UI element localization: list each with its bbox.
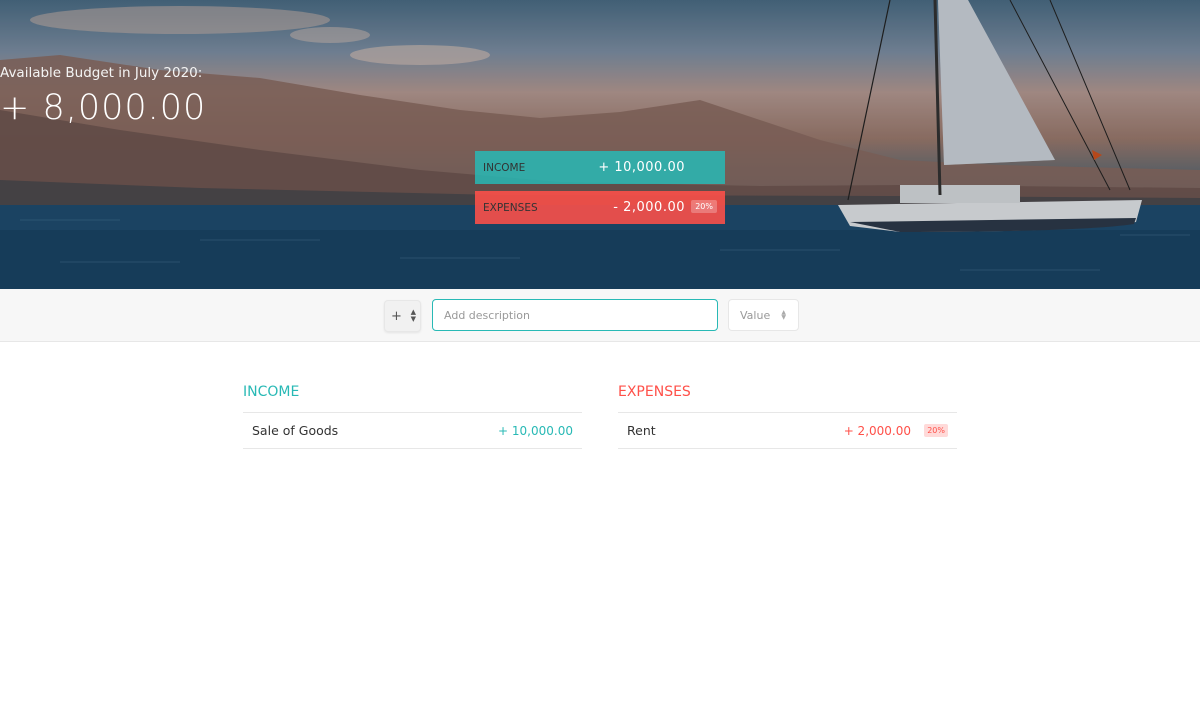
expenses-summary: Expenses - 2,000.00 20% [475,191,725,224]
type-select-value: + [391,308,402,324]
income-item[interactable]: Sale of Goods + 10,000.00 [243,413,582,449]
income-item-description: Sale of Goods [252,423,339,438]
add-item-bar: + ▲ ▼ Add description Value ▲ ▼ [0,289,1200,342]
income-item-value: + 10,000.00 [498,423,573,438]
available-budget-value: + 8,000.00 [0,88,207,128]
income-summary-label: Income [483,161,526,174]
expenses-percentage-badge: 20% [691,200,717,213]
income-summary-value: + 10,000.00 [598,160,685,175]
expenses-list-title: Expenses [618,384,957,413]
value-input-placeholder: Value [740,308,771,322]
value-input[interactable]: Value ▲ ▼ [728,299,799,331]
income-list: Income Sale of Goods + 10,000.00 [243,384,582,449]
description-input[interactable]: Add description [432,299,718,331]
budget-title: Available Budget in July 2020: [0,65,203,81]
expenses-summary-value: - 2,000.00 [613,200,685,215]
expense-item-percentage-badge: 20% [924,424,948,437]
hero-overlay [0,0,1200,289]
up-down-arrows-icon: ▲ ▼ [410,308,416,323]
income-summary: Income + 10,000.00 [475,151,725,184]
expense-item-value: + 2,000.00 [843,423,911,438]
type-select[interactable]: + ▲ ▼ [384,300,421,332]
income-list-title: Income [243,384,582,413]
expenses-list: Expenses Rent + 2,000.00 20% [618,384,957,449]
expense-item[interactable]: Rent + 2,000.00 20% [618,413,957,449]
expenses-summary-label: Expenses [483,201,538,214]
spinner-arrows-icon[interactable]: ▲ ▼ [781,310,786,321]
hero-banner: Available Budget in July 2020: + 8,000.0… [0,0,1200,289]
expense-item-description: Rent [627,423,656,438]
